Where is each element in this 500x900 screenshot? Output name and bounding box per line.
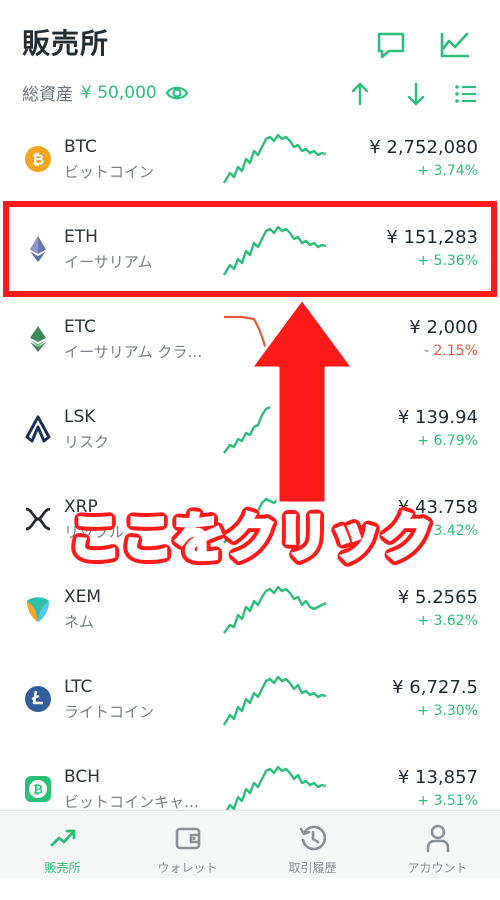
bitcoin-icon: ₿ (25, 146, 51, 172)
svg-text:₿: ₿ (33, 783, 43, 797)
tab-wallet[interactable]: ウォレット (125, 811, 250, 878)
tab-exchange[interactable]: 販売所 (0, 811, 125, 878)
coin-row-ltc[interactable]: LTC ライトコイン ¥ 6,727.5 + 3.30% (0, 665, 500, 755)
coin-symbol: ETC (64, 317, 96, 337)
coin-name: ネム (64, 613, 95, 631)
coin-symbol: LSK (64, 407, 96, 427)
coin-name: イーサリアム クラ… (64, 343, 203, 361)
coin-price: ¥ 6,727.5 (392, 677, 478, 698)
sort-up-icon[interactable] (346, 80, 374, 108)
coin-price: ¥ 139.94 (397, 407, 478, 428)
tab-label: ウォレット (157, 861, 218, 875)
coin-name: ライトコイン (64, 703, 155, 721)
sparkline-chart (222, 675, 327, 726)
sparkline-chart (222, 133, 327, 184)
sort-down-icon[interactable] (402, 80, 430, 108)
total-assets: 総資産 ¥ 50,000 (22, 80, 189, 105)
ethereum-classic-icon (30, 326, 46, 352)
eth-row-highlight (3, 201, 497, 297)
annotation-callout: ここをクリック ここをクリック (63, 503, 439, 572)
coin-price: ¥ 2,752,080 (369, 137, 478, 158)
bitcoin-cash-icon: ₿ (25, 776, 51, 802)
coin-name: リスク (64, 433, 110, 451)
tab-history[interactable]: 取引履歴 (250, 811, 375, 878)
account-icon (426, 824, 449, 853)
history-icon (299, 825, 326, 851)
sparkline-chart (225, 765, 327, 810)
coin-change: - 2.15% (424, 343, 478, 359)
bottom-safe-area (0, 878, 500, 900)
coin-change: + 3.30% (417, 703, 478, 719)
svg-text:₿: ₿ (32, 151, 44, 169)
annotation-up-arrow (249, 297, 355, 505)
page-title: 販売所 (22, 27, 110, 60)
sparkline-chart (223, 585, 327, 634)
total-assets-value: ¥ 50,000 (81, 82, 157, 103)
coin-price: ¥ 13,857 (397, 767, 478, 788)
eye-icon[interactable] (165, 84, 189, 102)
coin-symbol: BTC (64, 137, 97, 157)
coin-row-bch[interactable]: ₿ BCH ビットコインキャ… ¥ 13,857 + 3.51% (0, 755, 500, 810)
annotation-callout-text: ここをクリック (69, 509, 433, 569)
coin-row-xem[interactable]: XEM ネム ¥ 5.2565 + 3.62% (0, 575, 500, 665)
header: 販売所 総資産 ¥ 50,000 (0, 0, 500, 125)
tab-account[interactable]: アカウント (375, 811, 500, 878)
coin-symbol: BCH (64, 767, 101, 787)
tab-label: アカウント (407, 861, 468, 875)
coin-change: + 6.79% (417, 433, 478, 449)
coin-change: + 3.74% (417, 163, 478, 179)
tab-label: 販売所 (44, 861, 81, 875)
lisk-icon (25, 415, 51, 443)
coin-symbol: LTC (64, 677, 93, 697)
wallet-icon (175, 827, 200, 850)
coin-symbol: XEM (64, 587, 102, 607)
coin-change: + 3.62% (417, 613, 478, 629)
chart-trend-icon (50, 829, 75, 847)
chat-icon[interactable] (374, 28, 408, 62)
coin-price: ¥ 5.2565 (397, 587, 478, 608)
tab-label: 取引履歴 (288, 861, 337, 875)
coin-change: + 3.51% (417, 793, 478, 809)
bottom-tab-bar: 販売所 ウォレット 取引履歴 アカウント (0, 810, 500, 878)
total-assets-label: 総資産 (22, 85, 73, 105)
litecoin-icon (25, 686, 51, 712)
coin-name: ビットコイン (64, 163, 155, 181)
nem-icon (27, 597, 49, 622)
chart-icon[interactable] (438, 28, 472, 62)
coin-price: ¥ 2,000 (409, 317, 478, 338)
coin-name: ビットコインキャ… (64, 793, 200, 810)
list-view-icon[interactable] (452, 80, 480, 108)
